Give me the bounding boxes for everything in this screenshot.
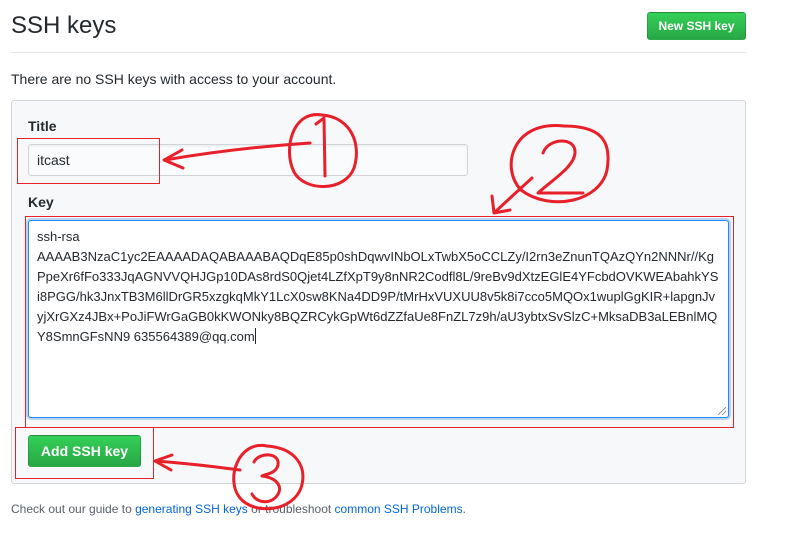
add-ssh-key-button[interactable]: Add SSH key (28, 435, 141, 467)
key-textarea[interactable]: ssh-rsa AAAAB3NzaC1yc2EAAAADAQABAAABAQDq… (28, 220, 729, 418)
empty-state-message: There are no SSH keys with access to you… (11, 71, 337, 87)
page-title: SSH keys (11, 12, 117, 39)
title-label: Title (28, 118, 57, 134)
new-ssh-key-button[interactable]: New SSH key (647, 12, 746, 40)
title-input[interactable] (28, 144, 468, 176)
key-text: ssh-rsa AAAAB3NzaC1yc2EAAAADAQABAAABAQDq… (37, 229, 719, 344)
help-text: Check out our guide to generating SSH ke… (11, 502, 466, 516)
header-divider (11, 52, 746, 53)
generating-ssh-keys-link[interactable]: generating SSH keys (135, 502, 248, 516)
text-caret (254, 328, 256, 344)
resize-grip[interactable] (718, 407, 726, 415)
key-label: Key (28, 194, 54, 210)
help-middle: or troubleshoot (247, 502, 335, 516)
common-ssh-problems-link[interactable]: common SSH Problems (335, 502, 463, 516)
help-suffix: . (462, 502, 466, 516)
help-prefix: Check out our guide to (11, 502, 136, 516)
